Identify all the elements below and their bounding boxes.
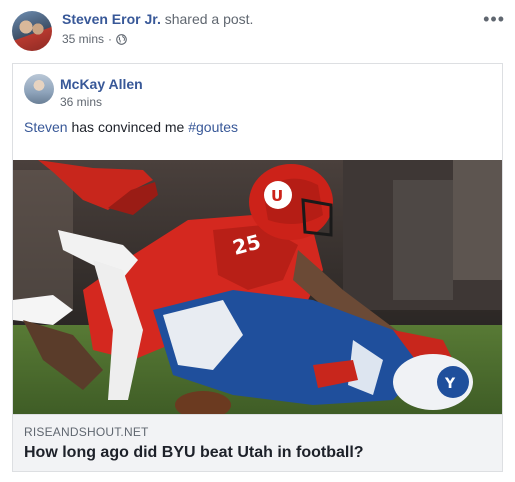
link-headline[interactable]: How long ago did BYU beat Utah in footba… xyxy=(24,444,364,462)
globe-icon[interactable] xyxy=(116,33,127,45)
svg-text:U: U xyxy=(271,187,283,205)
more-options-icon[interactable]: ••• xyxy=(483,9,505,30)
post-author-name[interactable]: Steven Eror Jr. xyxy=(62,11,161,27)
post-header: Steven Eror Jr. shared a post. xyxy=(62,11,253,27)
post-avatar[interactable] xyxy=(12,11,52,51)
post-meta: 35 mins · xyxy=(62,32,127,46)
shared-post-message: Steven has convinced me #goutes xyxy=(24,119,238,135)
shared-post-card: McKay Allen 36 mins Steven has convinced… xyxy=(12,63,503,472)
link-preview-caption[interactable]: RISEANDSHOUT.NET How long ago did BYU be… xyxy=(13,414,502,471)
meta-separator: · xyxy=(108,32,113,46)
link-domain: RISEANDSHOUT.NET xyxy=(24,425,149,439)
link-preview-image[interactable]: 25 U Y xyxy=(13,160,502,414)
mention-link[interactable]: Steven xyxy=(24,119,68,135)
message-text: has convinced me xyxy=(71,119,185,135)
post-timestamp[interactable]: 35 mins xyxy=(62,32,104,46)
shared-post-avatar[interactable] xyxy=(24,74,54,104)
shared-post-author-name[interactable]: McKay Allen xyxy=(60,76,143,92)
hashtag-link[interactable]: #goutes xyxy=(188,119,238,135)
post-action-text: shared a post. xyxy=(164,11,254,27)
svg-text:Y: Y xyxy=(444,376,456,392)
shared-post-timestamp[interactable]: 36 mins xyxy=(60,95,102,109)
football-tackle-photo: 25 U Y xyxy=(13,160,502,414)
